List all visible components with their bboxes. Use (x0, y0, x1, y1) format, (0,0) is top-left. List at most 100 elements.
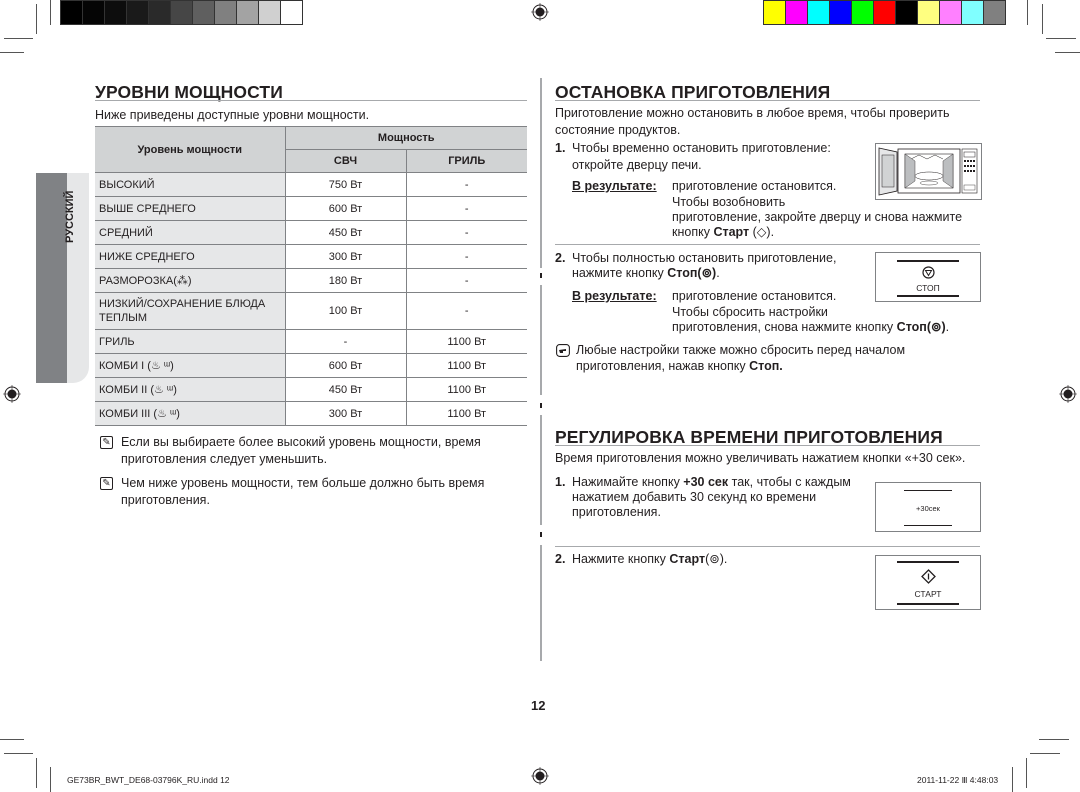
level-cell: КОМБИ III (♨ ᵚ) (95, 401, 286, 426)
crop-mark (50, 0, 51, 25)
stop-cooking-intro: Приготовление можно остановить в любое в… (555, 106, 950, 137)
crop-mark (1027, 0, 1028, 25)
color-swatch (984, 1, 1005, 24)
stop-step2-result-c: приготовления, снова нажмите кнопку Стоп… (672, 319, 949, 336)
stop-button-panel[interactable]: СТОП (875, 252, 981, 302)
color-calibration-bar (763, 0, 1006, 25)
crop-mark (0, 739, 24, 740)
power-levels-intro: Ниже приведены доступные уровни мощности… (95, 108, 370, 122)
color-swatch (874, 1, 895, 24)
power-levels-table: Уровень мощности Мощность СВЧ ГРИЛЬ ВЫСО… (95, 126, 527, 426)
text: кнопку (672, 225, 710, 239)
color-swatch (171, 1, 192, 24)
microwave-power-cell: 600 Вт (285, 353, 407, 378)
level-cell: ГРИЛЬ (95, 329, 286, 354)
microwave-power-cell: 600 Вт (285, 196, 407, 221)
grill-power-cell: 1100 Вт (406, 377, 527, 402)
table-row: НИЖЕ СРЕДНЕГО 300 Вт - (95, 244, 527, 269)
tip-line2: приготовления, нажав кнопку Стоп. (576, 358, 783, 375)
section-rule (555, 100, 980, 101)
stop-button-ref: Стоп(⊚) (667, 266, 717, 280)
text: Нажимайте кнопку (572, 475, 680, 489)
color-swatch (127, 1, 148, 24)
step-rule (555, 244, 980, 245)
registration-mark-icon (531, 767, 549, 785)
table-row: ВЫШЕ СРЕДНЕГО 600 Вт - (95, 196, 527, 221)
stop-step2-line2: нажмите кнопку Стоп(⊚). (572, 265, 720, 282)
grill-power-cell: - (406, 268, 527, 293)
result-label: В результате: (572, 179, 657, 193)
crop-mark (1039, 739, 1069, 740)
color-swatch (808, 1, 829, 24)
crop-mark (1012, 767, 1013, 792)
microwave-power-cell: 750 Вт (285, 172, 407, 197)
microwave-power-cell: - (285, 329, 407, 354)
registration-mark-icon (531, 3, 549, 21)
stop-button-ref: Стоп. (749, 359, 783, 373)
panel-bar (896, 603, 960, 605)
panel-bar (896, 260, 960, 262)
registration-mark-icon (1059, 385, 1077, 403)
table-row: РАЗМОРОЗКА(⁂) 180 Вт - (95, 268, 527, 293)
language-tab-label: РУССКИЙ (64, 190, 76, 244)
pointing-hand-icon (556, 344, 570, 357)
adjust-step2-text: Нажмите кнопку Старт(⊚). (572, 551, 727, 568)
stop-step2-result-a: приготовление остановится. (672, 289, 837, 303)
plus30-button-panel[interactable]: +30сек (875, 482, 981, 532)
note-icon: ✎ (100, 436, 113, 449)
col-header-power: Мощность (285, 126, 527, 150)
column-divider (540, 78, 542, 268)
text: так, чтобы с каждым (731, 475, 851, 489)
stop-icon (922, 266, 935, 279)
crop-mark (4, 38, 33, 39)
grill-power-cell: - (406, 172, 527, 197)
crop-mark (1055, 52, 1080, 53)
grill-power-cell: - (406, 220, 527, 245)
crop-mark (1046, 38, 1076, 39)
text: (◇). (752, 225, 775, 239)
color-swatch (918, 1, 939, 24)
crop-mark (4, 753, 33, 754)
text: приготовления, нажав кнопку (576, 359, 746, 373)
color-swatch (61, 1, 82, 24)
grill-power-cell: - (406, 244, 527, 269)
microwave-power-cell: 100 Вт (285, 292, 407, 330)
table-row: КОМБИ II (♨ ᵚ) 450 Вт 1100 Вт (95, 377, 527, 402)
power-note-1: Если вы выбираете более высокий уровень … (121, 435, 481, 466)
step-rule (555, 546, 980, 547)
section-rule (95, 100, 527, 101)
microwave-power-cell: 300 Вт (285, 401, 407, 426)
text: приготовления, снова нажмите кнопку (672, 320, 894, 334)
page-number: 12 (531, 698, 546, 713)
power-note-2: Чем ниже уровень мощности, тем больше до… (121, 476, 485, 507)
text: . (945, 320, 950, 334)
microwave-power-cell: 180 Вт (285, 268, 407, 293)
color-swatch (259, 1, 280, 24)
level-cell: СРЕДНИЙ (95, 220, 286, 245)
grill-power-cell: 1100 Вт (406, 329, 527, 354)
table-row: СРЕДНИЙ 450 Вт - (95, 220, 527, 245)
table-row: ВЫСОКИЙ 750 Вт - (95, 172, 527, 197)
panel-bar (896, 561, 960, 563)
grill-power-cell: 1100 Вт (406, 401, 527, 426)
crop-mark (36, 4, 37, 34)
grill-power-cell: - (406, 292, 527, 330)
microwave-power-cell: 450 Вт (285, 377, 407, 402)
microwave-power-cell: 450 Вт (285, 220, 407, 245)
adjust-time-intro: Время приготовления можно увеличивать на… (555, 451, 966, 465)
panel-bar (904, 525, 952, 526)
stop-button-ref: Стоп(⊚) (896, 320, 946, 334)
level-cell: ВЫШЕ СРЕДНЕГО (95, 196, 286, 221)
start-icon (921, 569, 936, 584)
crop-mark (36, 758, 37, 788)
level-cell: НИЖЕ СРЕДНЕГО (95, 244, 286, 269)
color-swatch (830, 1, 851, 24)
start-button-panel[interactable]: СТАРТ (875, 555, 981, 610)
color-swatch (852, 1, 873, 24)
start-button-ref: Старт (713, 225, 750, 239)
text: (⊚). (705, 552, 728, 566)
color-swatch (105, 1, 126, 24)
step-number: 2. (555, 552, 566, 566)
grill-power-cell: - (406, 196, 527, 221)
panel-bar (904, 490, 952, 491)
